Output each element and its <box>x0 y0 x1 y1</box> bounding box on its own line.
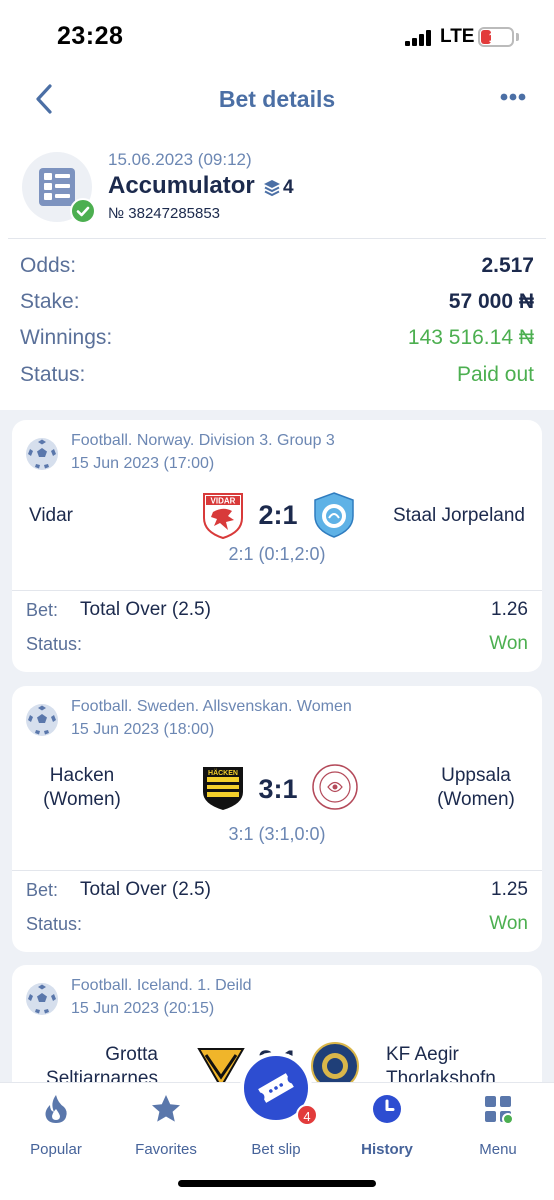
divider <box>8 238 546 239</box>
league-name: Football. Norway. Division 3. Group 3 <box>71 432 335 449</box>
kickoff-time: 15 Jun 2023 (18:00) <box>71 721 215 738</box>
clock-icon <box>373 1095 401 1123</box>
hacken-logo: HÄCKEN <box>203 767 243 810</box>
odds-value: 2.517 <box>481 254 534 277</box>
stake-value: 57 000 ₦ <box>448 290 534 313</box>
score-detail: 3:1 (3:1,0:0) <box>228 824 326 844</box>
status-time: 23:28 <box>57 22 124 50</box>
stake-row: Stake: 57 000 ₦ <box>20 290 534 322</box>
signal-icon <box>405 30 435 46</box>
status-row: Status: Paid out <box>20 363 534 395</box>
bet-slip-badge: 4 <box>296 1104 318 1126</box>
tab-label: Popular <box>30 1141 82 1158</box>
kickoff-time: 15 Jun 2023 (17:00) <box>71 455 215 472</box>
match-score: 2:1 <box>258 500 298 530</box>
bet-number: № 38247285853 <box>108 205 221 222</box>
bet-odds: 1.25 <box>491 879 528 900</box>
home-team: Vidar <box>29 505 74 526</box>
winnings-label: Winnings: <box>20 326 113 349</box>
score-detail: 2:1 (0:1,2:0) <box>228 544 326 564</box>
nav-bar: Bet details <box>0 72 554 130</box>
kickoff-time: 15 Jun 2023 (20:15) <box>71 1000 215 1017</box>
home-indicator <box>178 1180 376 1187</box>
tab-label: Bet slip <box>251 1141 301 1158</box>
away-team: Uppsala (Women) <box>437 765 515 810</box>
football-icon <box>26 704 58 736</box>
league-name: Football. Iceland. 1. Deild <box>71 977 252 994</box>
bet-label: Bet: <box>26 880 59 900</box>
check-icon <box>70 198 96 224</box>
bet-label: Bet: <box>26 600 59 620</box>
match-score: 3:1 <box>258 774 298 804</box>
tab-label: Favorites <box>135 1141 197 1158</box>
event-card[interactable]: Football. Sweden. Allsvenskan. Women 15 … <box>12 686 542 952</box>
bet-market: Total Over (2.5) <box>80 599 211 620</box>
tab-menu[interactable]: Menu <box>448 1093 548 1158</box>
layers-icon <box>264 180 280 197</box>
winnings-value: 143 516.14 ₦ <box>407 326 534 349</box>
grid-icon <box>485 1096 514 1125</box>
network-label: LTE <box>440 26 475 47</box>
stake-label: Stake: <box>20 290 80 313</box>
page-title: Bet details <box>218 86 336 112</box>
selections-count: 4 <box>283 177 294 198</box>
tab-popular[interactable]: Popular <box>6 1093 106 1158</box>
winnings-row: Winnings: 143 516.14 ₦ <box>20 326 534 358</box>
bet-type: Accumulator <box>108 172 255 199</box>
svg-text:HÄCKEN: HÄCKEN <box>208 769 238 777</box>
tab-history[interactable]: History <box>337 1093 437 1158</box>
football-icon <box>26 438 58 470</box>
more-dots-icon[interactable] <box>500 92 526 102</box>
tab-label: History <box>361 1141 413 1158</box>
bet-market: Total Over (2.5) <box>80 879 211 900</box>
svg-text:VIDAR: VIDAR <box>211 497 236 506</box>
status-bar: 23:28 LTE 11 <box>0 0 554 72</box>
battery-icon: 11 <box>478 27 514 47</box>
tab-favorites[interactable]: Favorites <box>116 1093 216 1158</box>
event-card[interactable]: Football. Norway. Division 3. Group 3 15… <box>12 420 542 672</box>
odds-label: Odds: <box>20 254 77 277</box>
status-value: Won <box>489 913 528 934</box>
uppsala-logo <box>312 764 358 810</box>
league-name: Football. Sweden. Allsvenskan. Women <box>71 698 352 715</box>
bet-date: 15.06.2023 (09:12) <box>108 150 252 169</box>
away-team: Staal Jorpeland <box>392 505 525 526</box>
odds-row: Odds: 2.517 <box>20 254 534 286</box>
home-team: Hacken (Women) <box>43 765 121 810</box>
vidar-logo: VIDAR <box>203 493 243 540</box>
status-label: Status: <box>26 914 83 934</box>
status-label: Status: <box>26 634 83 654</box>
battery-level: 11 <box>488 29 504 45</box>
star-icon <box>152 1095 180 1122</box>
status-value: Won <box>489 633 528 654</box>
tab-label: Menu <box>479 1141 517 1158</box>
bet-odds: 1.26 <box>491 599 528 620</box>
bet-summary: 15.06.2023 (09:12) Accumulator 4 № 38247… <box>0 130 554 410</box>
flame-icon <box>45 1095 67 1123</box>
football-icon <box>26 983 58 1015</box>
status-label: Status: <box>20 363 86 386</box>
staal-logo <box>314 492 354 538</box>
status-value: Paid out <box>456 363 534 386</box>
